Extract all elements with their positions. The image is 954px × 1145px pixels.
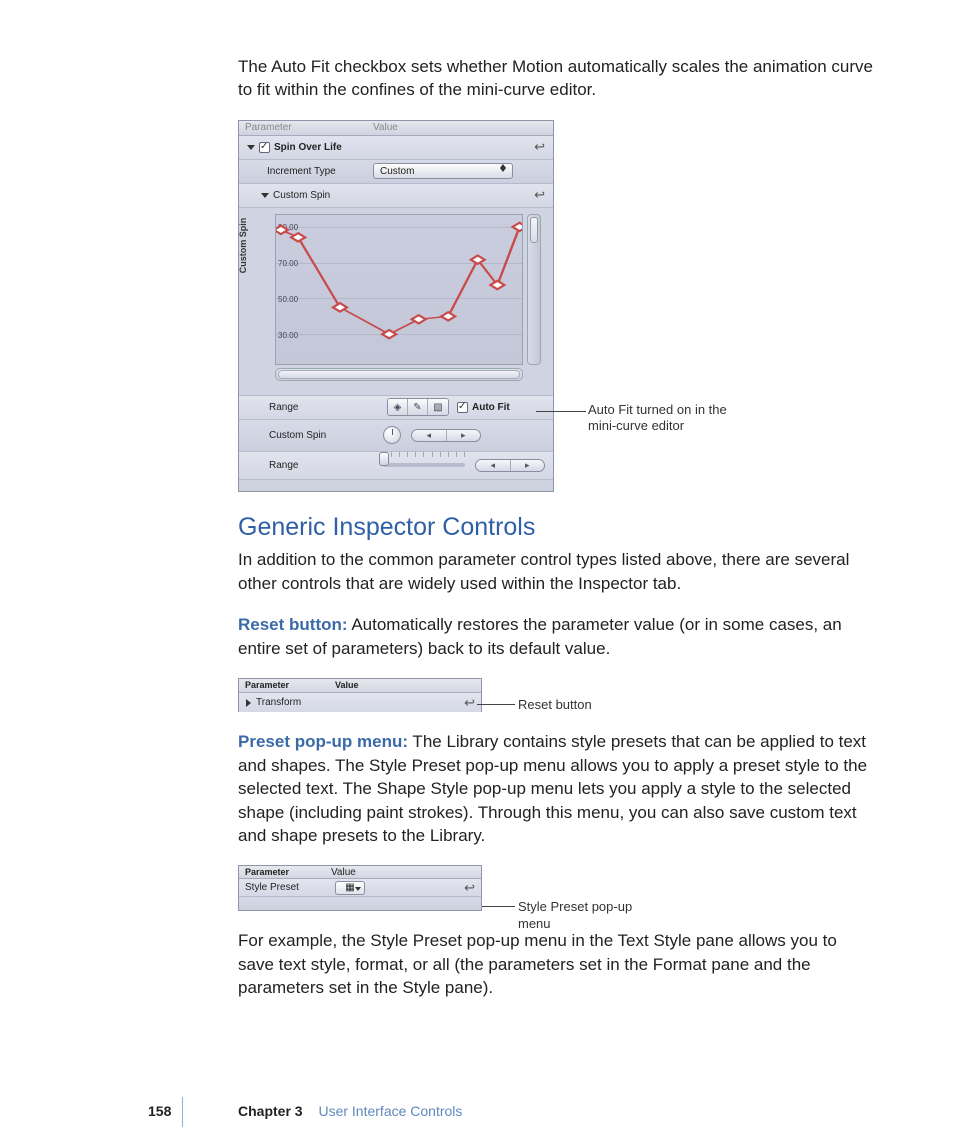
rotation-dial[interactable] (383, 426, 401, 444)
column-header-parameter: Parameter (239, 679, 331, 692)
enable-checkbox[interactable] (259, 142, 270, 153)
stepper-right-icon[interactable]: ▸ (511, 460, 545, 471)
range-slider[interactable] (383, 457, 465, 473)
row-label: Style Preset (239, 881, 331, 895)
keyframes[interactable] (276, 215, 522, 364)
popup-value: Custom (380, 165, 414, 179)
column-header-value: Value (331, 679, 359, 692)
row-blank (239, 897, 481, 910)
paragraph: In addition to the common parameter cont… (238, 548, 874, 595)
tool-edit-icon[interactable]: ✎ (408, 399, 428, 415)
page-number: 158 (148, 1103, 171, 1119)
section-heading: Generic Inspector Controls (238, 510, 874, 545)
reset-icon[interactable]: ↩ (464, 879, 475, 897)
row-label: Spin Over Life (274, 141, 342, 155)
style-preset-popup[interactable]: ▦ (335, 881, 365, 895)
curve-tool-buttons[interactable]: ◈ ✎ ▧ (387, 398, 449, 416)
tool-snapshot-icon[interactable]: ▧ (428, 399, 448, 415)
column-header-row: Parameter Value (239, 121, 553, 136)
value-stepper[interactable]: ◂▸ (475, 459, 545, 472)
value-stepper[interactable]: ◂▸ (411, 429, 481, 442)
column-header-value: Value (331, 866, 356, 878)
footer-rule (182, 1097, 183, 1127)
figure-style-preset: Parameter Value Style Preset ▦ ↩ Style P… (238, 865, 874, 911)
reset-icon[interactable]: ↩ (534, 138, 545, 156)
figure-reset-button: Parameter Value Transform ↩ Reset button (238, 678, 874, 712)
row-label: Custom Spin (239, 429, 367, 443)
term-preset-popup: Preset pop-up menu: (238, 732, 408, 751)
column-header-value: Value (367, 121, 398, 135)
mini-curve-editor[interactable]: Custom Spin 90.00 70.00 50.00 30.00 (239, 208, 553, 396)
disclosure-triangle-icon[interactable] (261, 193, 269, 198)
tool-add-keyframe-icon[interactable]: ◈ (388, 399, 408, 415)
disclosure-triangle-icon[interactable] (247, 145, 255, 150)
paragraph-example: For example, the Style Preset pop-up men… (238, 929, 874, 999)
row-spin-over-life[interactable]: Spin Over Life ↩ (239, 136, 553, 160)
chapter-title: User Interface Controls (318, 1103, 462, 1119)
reset-icon[interactable]: ↩ (464, 694, 475, 712)
chapter-label: Chapter 3 (238, 1103, 303, 1119)
auto-fit-checkbox[interactable] (457, 402, 468, 413)
slider-knob[interactable] (379, 452, 389, 466)
callout-style-preset: Style Preset pop-upmenu (518, 899, 632, 932)
callout-reset: Reset button (518, 697, 592, 713)
row-label: Range (239, 401, 367, 415)
inspector-preset-panel: Parameter Value Style Preset ▦ ↩ (238, 865, 482, 911)
reset-icon[interactable]: ↩ (534, 186, 545, 204)
figure-mini-curve-editor: Parameter Value Spin Over Life ↩ Increme… (238, 120, 874, 492)
row-transform[interactable]: Transform ↩ (239, 693, 481, 712)
column-header-parameter: Parameter (239, 866, 331, 878)
paragraph-preset: Preset pop-up menu: The Library contains… (238, 730, 874, 847)
inspector-reset-panel: Parameter Value Transform ↩ (238, 678, 482, 712)
row-custom-spin-value: Custom Spin ◂▸ (239, 420, 553, 452)
horizontal-scrollbar[interactable] (275, 368, 523, 381)
row-label: Custom Spin (273, 189, 330, 203)
curve-plot-area[interactable]: 90.00 70.00 50.00 30.00 (275, 214, 523, 365)
row-label: Increment Type (239, 165, 367, 179)
term-reset-button: Reset button: (238, 615, 348, 634)
increment-type-popup[interactable]: Custom (373, 163, 513, 179)
stepper-right-icon[interactable]: ▸ (447, 430, 481, 441)
intro-paragraph: The Auto Fit checkbox sets whether Motio… (238, 55, 874, 102)
row-label: Range (239, 459, 367, 473)
row-range-value: Range ◂▸ (239, 452, 553, 480)
stepper-left-icon[interactable]: ◂ (476, 460, 511, 471)
callout-auto-fit: Auto Fit turned on in themini-curve edit… (588, 402, 727, 435)
inspector-panel: Parameter Value Spin Over Life ↩ Increme… (238, 120, 554, 492)
column-header-parameter: Parameter (239, 121, 367, 135)
row-style-preset: Style Preset ▦ ↩ (239, 879, 481, 897)
row-increment-type: Increment Type Custom (239, 160, 553, 184)
row-label: Transform (256, 696, 301, 710)
paragraph-reset: Reset button: Automatically restores the… (238, 613, 874, 660)
stepper-left-icon[interactable]: ◂ (412, 430, 447, 441)
row-range-toolbar: Range ◈ ✎ ▧ Auto Fit (239, 396, 553, 420)
disclosure-triangle-icon[interactable] (246, 699, 251, 707)
auto-fit-label: Auto Fit (472, 401, 510, 415)
y-axis-label: Custom Spin (237, 218, 249, 274)
row-custom-spin[interactable]: Custom Spin ↩ (239, 184, 553, 208)
vertical-scrollbar[interactable] (527, 214, 541, 365)
